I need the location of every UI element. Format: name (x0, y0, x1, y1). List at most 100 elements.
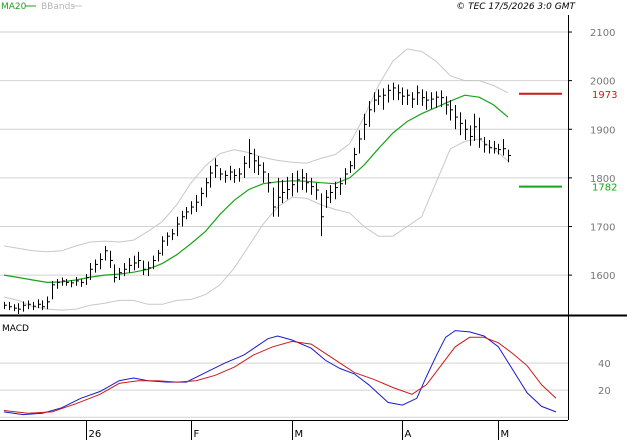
price-bar-56 (273, 187, 276, 217)
copyright-text: © TEC 17/5/2026 3:0 GMT (456, 2, 576, 12)
price-tick-label-1900: 1900 (590, 125, 615, 136)
price-bar-19 (95, 259, 98, 273)
price-bar-84 (407, 89, 410, 105)
price-bar-92 (446, 96, 449, 115)
price-bar-86 (417, 85, 420, 105)
price-bar-57 (278, 177, 281, 217)
price-bar-50 (244, 155, 247, 178)
price-bar-72 (350, 160, 353, 174)
price-bar-88 (426, 91, 429, 110)
price-bar-98 (474, 113, 477, 141)
price-bar-64 (311, 177, 314, 195)
price-bar-73 (354, 147, 357, 170)
price-bar-96 (465, 119, 468, 140)
price-bar-53 (258, 155, 261, 175)
price-bar-41 (201, 187, 204, 207)
price-bar-97 (470, 125, 473, 146)
price-bar-3 (18, 303, 21, 314)
price-bar-22 (110, 250, 113, 268)
gridlines (0, 31, 568, 418)
month-label-3: A (405, 429, 412, 440)
price-bar-54 (263, 162, 266, 183)
ma20-line-group (3, 94, 509, 284)
price-bar-6 (33, 301, 36, 311)
month-label-2: M (295, 429, 304, 440)
price-bar-11 (57, 278, 60, 289)
price-bar-45 (220, 168, 223, 181)
price-bar-66 (321, 193, 324, 237)
price-bar-52 (254, 148, 257, 174)
legend-ma20: MA20 (1, 2, 27, 12)
price-bar-51 (249, 138, 252, 169)
price-bar-42 (206, 177, 209, 198)
price-bar-10 (52, 280, 55, 300)
month-label-4: M (501, 429, 510, 440)
price-bar-37 (182, 210, 185, 227)
chart-window: 1973 1782 1600 1700 1800 1900 2000 2100 20 40 26 F… (0, 0, 627, 440)
price-bar-99 (479, 117, 482, 148)
ma20-line (3, 94, 509, 284)
price-chart: 19731782 160017001800190020002100204026 F… (0, 2, 627, 440)
price-bar-26 (129, 258, 132, 273)
price-bar-1 (9, 301, 12, 311)
price-bar-68 (330, 185, 333, 204)
price-bar-103 (498, 143, 501, 155)
price-bar-93 (450, 100, 453, 121)
price-bar-94 (455, 104, 458, 130)
price-bar-83 (402, 87, 405, 105)
macd-panel (3, 330, 557, 416)
price-bar-104 (503, 138, 506, 156)
price-bar-17 (86, 274, 89, 285)
price-bar-65 (316, 182, 319, 200)
price-bar-40 (196, 194, 199, 212)
price-bar-63 (306, 173, 309, 193)
price-bar-90 (436, 91, 439, 108)
price-bar-69 (335, 181, 338, 200)
price-bar-67 (326, 190, 329, 209)
price-bar-55 (268, 173, 271, 193)
price-bar-7 (38, 299, 41, 309)
price-bar-29 (143, 260, 146, 276)
price-bar-28 (138, 251, 141, 268)
price-bar-38 (186, 207, 189, 220)
price-bar-39 (191, 201, 194, 215)
price-bar-20 (100, 253, 103, 270)
price-bar-87 (422, 89, 425, 106)
price-bar-31 (153, 255, 156, 270)
price-bar-79 (383, 88, 386, 110)
price-bar-14 (71, 279, 74, 288)
price-bar-71 (345, 168, 348, 185)
price-bar-78 (378, 89, 381, 105)
price-bar-75 (364, 113, 367, 140)
macd-title: MACD (2, 324, 29, 334)
price-bar-46 (225, 170, 228, 183)
price-bar-5 (28, 300, 31, 310)
price-bar-32 (158, 249, 161, 262)
price-bar-59 (287, 176, 290, 200)
price-bar-2 (14, 304, 17, 312)
month-label-0: 26 (89, 429, 102, 440)
price-bar-62 (302, 169, 305, 191)
price-bar-74 (359, 130, 362, 154)
price-bar-81 (393, 82, 396, 101)
price-bar-60 (292, 173, 295, 197)
price-bar-21 (105, 245, 108, 261)
price-tick-label-1700: 1700 (590, 222, 615, 233)
price-bar-77 (374, 92, 377, 113)
price-bar-105 (508, 149, 511, 163)
price-tick-label-1800: 1800 (590, 174, 615, 185)
bollinger-lower-line (3, 138, 509, 311)
price-bar-85 (412, 92, 415, 108)
price-bar-95 (460, 112, 463, 136)
legend-bbands: BBands (41, 2, 75, 12)
resistance-level-label: 1973 (592, 90, 617, 101)
macd-tick-label-20: 20 (598, 386, 611, 397)
price-bar-15 (76, 277, 79, 286)
price-bar-33 (162, 236, 165, 256)
price-tick-label-2000: 2000 (590, 77, 615, 88)
price-bar-76 (369, 101, 372, 127)
price-bar-48 (234, 169, 237, 183)
price-bar-16 (81, 278, 84, 287)
price-bar-27 (134, 255, 137, 271)
month-label-1: F (194, 429, 200, 440)
